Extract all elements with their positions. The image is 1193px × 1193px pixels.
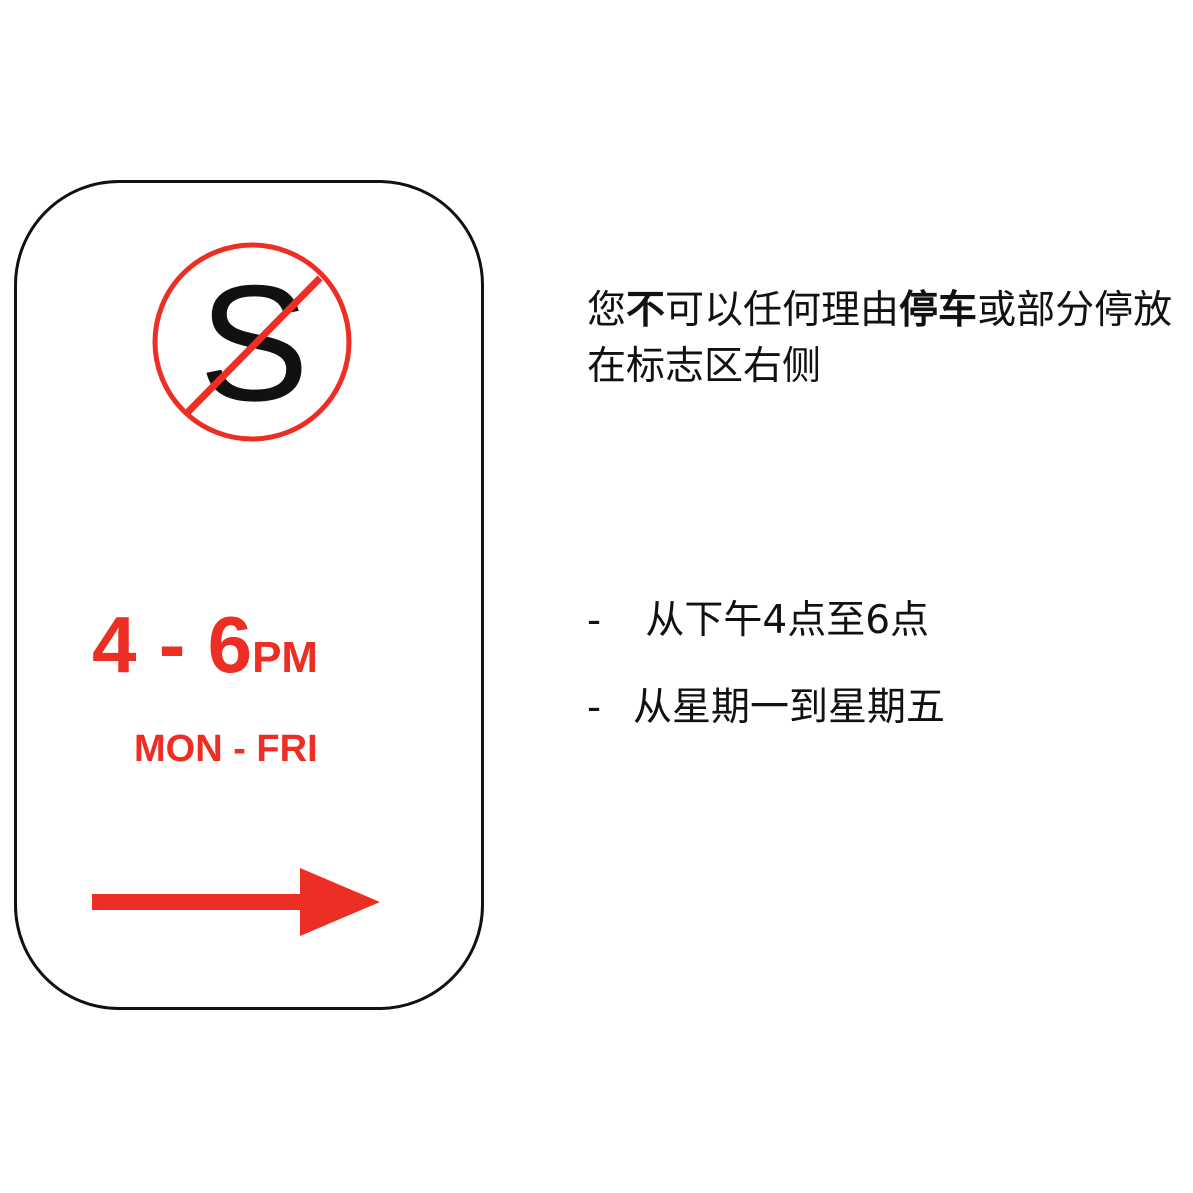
time-range-value: 4 - 6 [92,600,253,689]
time-suffix: PM [252,633,319,682]
rule-part-bold: 停车 [899,288,978,333]
rule-part-bold: 不 [626,288,666,333]
no-stopping-icon: S [152,242,352,442]
bullet-dash: - [587,598,602,643]
bullet-item-time: - 从下午4点至6点 [587,595,1187,647]
rule-part: 您 [587,288,627,333]
rule-part: 可以任何理由 [665,288,900,333]
bullet-item-days: - 从星期一到星期五 [587,682,1187,734]
time-range: 4 - 6PM [92,605,392,685]
rule-description: 您不可以任何理由停车或部分停放在标志区右侧 [587,283,1192,395]
bullet-text: 从星期一到星期五 [633,685,946,730]
bullet-dash: - [587,685,602,730]
days-label: MON - FRI [134,728,318,770]
bullet-text: 从下午4点至6点 [633,598,930,643]
right-arrow-icon [92,868,380,936]
